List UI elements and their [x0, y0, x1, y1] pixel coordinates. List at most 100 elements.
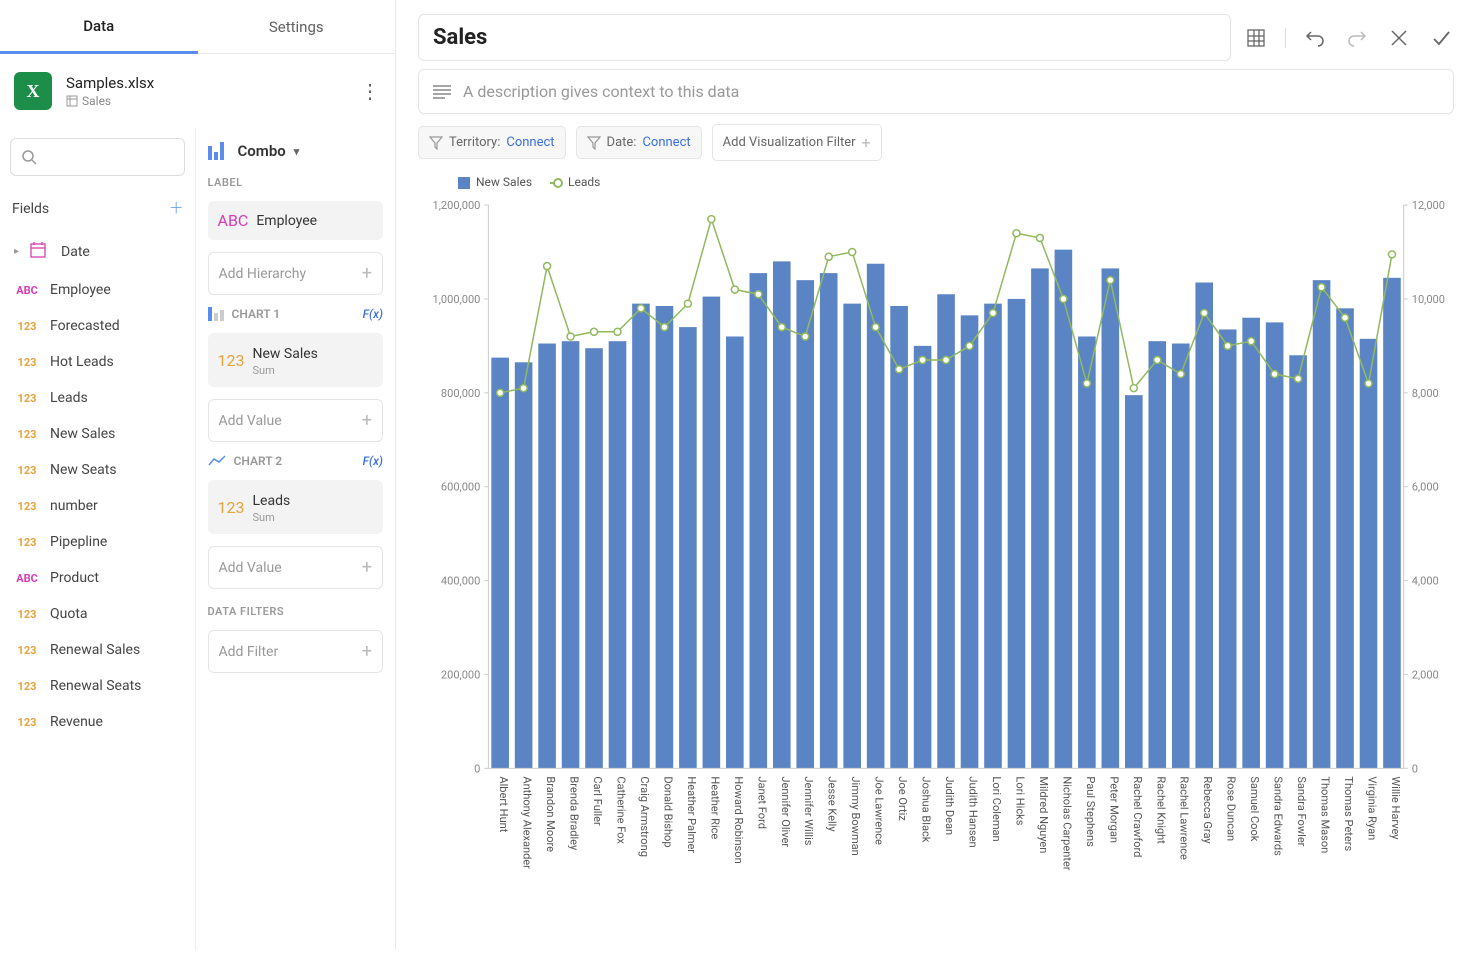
bar-19[interactable]	[937, 294, 955, 768]
line-point-3[interactable]	[567, 333, 574, 340]
confirm-icon[interactable]	[1428, 25, 1454, 51]
bar-1[interactable]	[515, 362, 533, 768]
bar-21[interactable]	[984, 304, 1002, 769]
add-hierarchy-button[interactable]: Add Hierarchy +	[208, 252, 384, 295]
chart2-field-pill[interactable]: 123 LeadsSum	[208, 480, 384, 534]
line-point-19[interactable]	[943, 356, 950, 363]
line-point-27[interactable]	[1130, 385, 1137, 392]
line-point-22[interactable]	[1013, 230, 1020, 237]
line-point-24[interactable]	[1060, 295, 1067, 302]
bar-5[interactable]	[609, 341, 627, 768]
chart2-add-value-button[interactable]: Add Value +	[208, 546, 384, 589]
field-item-date[interactable]: ▸Date	[10, 231, 185, 272]
bar-20[interactable]	[961, 315, 979, 768]
bar-26[interactable]	[1102, 268, 1120, 768]
chart1-fx-button[interactable]: F(x)	[363, 307, 383, 321]
undo-icon[interactable]	[1302, 25, 1328, 51]
search-input[interactable]	[10, 138, 185, 176]
line-point-12[interactable]	[778, 324, 785, 331]
line-point-36[interactable]	[1342, 314, 1349, 321]
bar-15[interactable]	[843, 304, 861, 769]
bar-38[interactable]	[1383, 278, 1401, 769]
line-point-28[interactable]	[1154, 356, 1161, 363]
bar-18[interactable]	[914, 346, 932, 768]
bar-31[interactable]	[1219, 329, 1237, 768]
bar-24[interactable]	[1055, 250, 1073, 769]
line-point-9[interactable]	[708, 216, 715, 223]
label-field-pill[interactable]: ABC Employee	[208, 201, 384, 240]
close-icon[interactable]	[1386, 25, 1412, 51]
line-point-37[interactable]	[1365, 380, 1372, 387]
bar-12[interactable]	[773, 261, 791, 768]
chart-type-selector[interactable]: Combo ▾	[208, 142, 384, 160]
bar-17[interactable]	[890, 306, 908, 768]
bar-0[interactable]	[491, 358, 509, 769]
field-item-employee[interactable]: ABCEmployee	[10, 272, 185, 308]
bar-27[interactable]	[1125, 395, 1143, 768]
field-item-renewal-sales[interactable]: 123Renewal Sales	[10, 632, 185, 668]
bar-13[interactable]	[796, 280, 814, 768]
line-point-26[interactable]	[1107, 277, 1114, 284]
line-point-23[interactable]	[1036, 234, 1043, 241]
bar-22[interactable]	[1008, 299, 1026, 768]
redo-icon[interactable]	[1344, 25, 1370, 51]
territory-filter-chip[interactable]: Territory: Connect	[418, 126, 566, 159]
line-point-7[interactable]	[661, 324, 668, 331]
line-point-17[interactable]	[896, 366, 903, 373]
bar-37[interactable]	[1360, 339, 1378, 768]
line-point-15[interactable]	[849, 248, 856, 255]
line-point-0[interactable]	[497, 389, 504, 396]
bar-8[interactable]	[679, 327, 697, 768]
field-item-product[interactable]: ABCProduct	[10, 560, 185, 596]
chart1-add-value-button[interactable]: Add Value +	[208, 399, 384, 442]
chart1-field-pill[interactable]: 123 New SalesSum	[208, 333, 384, 387]
bar-3[interactable]	[562, 341, 580, 768]
field-item-hot-leads[interactable]: 123Hot Leads	[10, 344, 185, 380]
line-point-10[interactable]	[731, 286, 738, 293]
line-point-29[interactable]	[1177, 371, 1184, 378]
line-point-33[interactable]	[1271, 371, 1278, 378]
bar-29[interactable]	[1172, 344, 1190, 769]
bar-7[interactable]	[656, 306, 674, 768]
bar-6[interactable]	[632, 304, 650, 769]
line-point-38[interactable]	[1388, 251, 1395, 258]
line-point-25[interactable]	[1083, 380, 1090, 387]
bar-23[interactable]	[1031, 268, 1049, 768]
field-item-renewal-seats[interactable]: 123Renewal Seats	[10, 668, 185, 704]
line-point-34[interactable]	[1295, 375, 1302, 382]
bar-30[interactable]	[1195, 283, 1213, 769]
field-item-revenue[interactable]: 123Revenue	[10, 704, 185, 740]
bar-25[interactable]	[1078, 336, 1096, 768]
bar-11[interactable]	[750, 273, 768, 768]
field-item-leads[interactable]: 123Leads	[10, 380, 185, 416]
bar-10[interactable]	[726, 336, 744, 768]
add-filter-button[interactable]: Add Filter +	[208, 630, 384, 673]
viz-title-input[interactable]: Sales	[418, 14, 1231, 61]
line-point-2[interactable]	[544, 263, 551, 270]
line-point-13[interactable]	[802, 333, 809, 340]
line-point-1[interactable]	[520, 385, 527, 392]
combo-chart[interactable]: 0200,000400,000600,000800,0001,000,0001,…	[418, 195, 1454, 959]
bar-33[interactable]	[1266, 322, 1284, 768]
field-item-quota[interactable]: 123Quota	[10, 596, 185, 632]
line-point-20[interactable]	[966, 342, 973, 349]
field-item-new-sales[interactable]: 123New Sales	[10, 416, 185, 452]
bar-32[interactable]	[1242, 318, 1260, 769]
date-filter-chip[interactable]: Date: Connect	[576, 126, 702, 159]
bar-28[interactable]	[1148, 341, 1166, 768]
field-item-pipepline[interactable]: 123Pipepline	[10, 524, 185, 560]
line-point-14[interactable]	[825, 253, 832, 260]
line-point-18[interactable]	[919, 356, 926, 363]
bar-9[interactable]	[703, 297, 721, 769]
bar-4[interactable]	[585, 348, 603, 768]
tab-settings[interactable]: Settings	[198, 0, 396, 54]
datasource-menu-icon[interactable]: ⋮	[360, 79, 381, 103]
tab-data[interactable]: Data	[0, 0, 198, 54]
field-item-number[interactable]: 123number	[10, 488, 185, 524]
line-point-8[interactable]	[684, 300, 691, 307]
bar-35[interactable]	[1313, 280, 1331, 768]
add-field-button[interactable]: +	[170, 196, 182, 221]
chart2-fx-button[interactable]: F(x)	[363, 454, 383, 468]
viz-description-input[interactable]: A description gives context to this data	[418, 69, 1454, 114]
line-point-6[interactable]	[637, 305, 644, 312]
